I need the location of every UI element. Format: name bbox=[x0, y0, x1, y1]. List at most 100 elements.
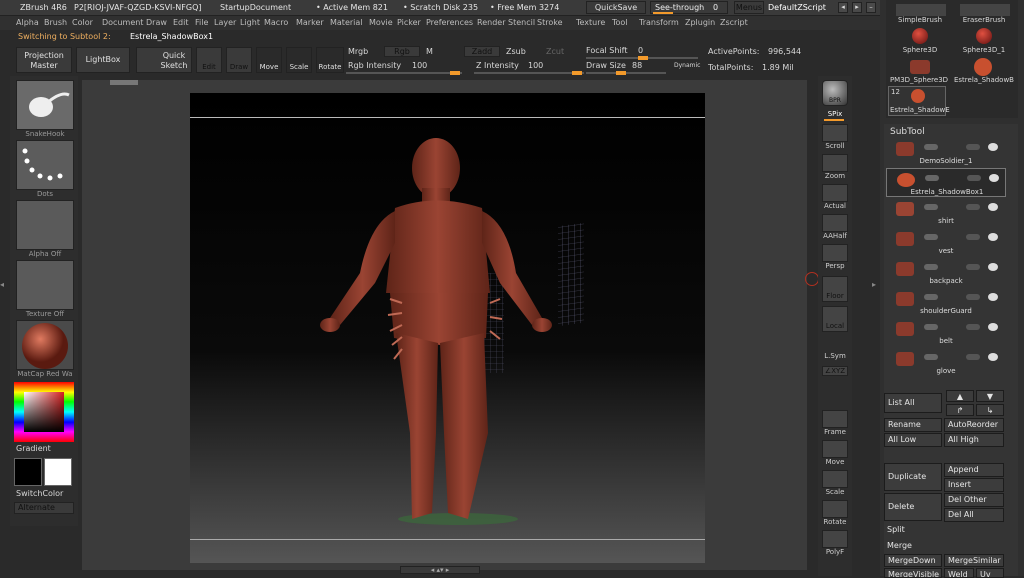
visibility-eye-icon[interactable] bbox=[988, 233, 998, 241]
menu-movie[interactable]: Movie bbox=[369, 18, 393, 27]
visibility-eye-icon[interactable] bbox=[988, 323, 998, 331]
viewport-nav-arrows[interactable] bbox=[396, 543, 436, 551]
subtool-item[interactable]: DemoSoldier_1 bbox=[886, 138, 1006, 167]
z-intensity-slider[interactable]: Z Intensity 100 bbox=[474, 60, 584, 75]
move-down-icon[interactable]: ▼ bbox=[976, 390, 1004, 402]
subtool-toggle-icon[interactable] bbox=[924, 144, 938, 150]
sphere3d-1-thumb[interactable] bbox=[976, 28, 992, 44]
tool-sphere3d[interactable]: Sphere3D bbox=[888, 46, 952, 54]
focal-shift-slider[interactable]: Focal Shift 0 bbox=[586, 45, 698, 60]
default-zscript[interactable]: DefaultZScript bbox=[768, 3, 826, 12]
visibility-eye-icon[interactable] bbox=[988, 353, 998, 361]
tool-pm3d-sphere3d[interactable]: PM3D_Sphere3D bbox=[886, 76, 952, 84]
scroll-right-icon[interactable]: ▸ bbox=[852, 2, 862, 13]
rotate-button[interactable]: Rotate bbox=[316, 47, 344, 73]
merge-down-button[interactable]: MergeDown bbox=[884, 554, 942, 567]
subtool-toggle-icon[interactable] bbox=[966, 234, 980, 240]
quick-sketch-button[interactable]: Quick Sketch bbox=[136, 47, 192, 73]
pm3d-thumb[interactable] bbox=[910, 60, 930, 74]
material-thumbnail[interactable] bbox=[16, 320, 74, 370]
zadd-button[interactable]: Zadd bbox=[464, 46, 500, 57]
menu-light[interactable]: Light bbox=[240, 18, 260, 27]
subtool-toggle-icon[interactable] bbox=[966, 324, 980, 330]
weld-button[interactable]: Weld bbox=[944, 568, 974, 578]
tool-simplebrush[interactable]: SimpleBrush bbox=[888, 16, 952, 24]
del-other-button[interactable]: Del Other bbox=[944, 493, 1004, 507]
sphere3d-thumb[interactable] bbox=[912, 28, 928, 44]
eraserbrush-thumb[interactable] bbox=[960, 4, 1010, 16]
projection-master-button[interactable]: Projection Master bbox=[16, 47, 72, 73]
visibility-eye-icon[interactable] bbox=[988, 293, 998, 301]
zoom-icon[interactable] bbox=[822, 154, 848, 172]
menu-zplugin[interactable]: Zplugin bbox=[685, 18, 715, 27]
menu-document[interactable]: Document bbox=[102, 18, 143, 27]
lsym-icon[interactable] bbox=[822, 338, 848, 352]
menu-edit[interactable]: Edit bbox=[173, 18, 189, 27]
visibility-eye-icon[interactable] bbox=[988, 143, 998, 151]
del-all-button[interactable]: Del All bbox=[944, 508, 1004, 522]
subtool-toggle-icon[interactable] bbox=[924, 324, 938, 330]
color-picker[interactable] bbox=[14, 382, 74, 442]
rotate-icon[interactable] bbox=[822, 500, 848, 518]
move-up-icon[interactable]: ▲ bbox=[946, 390, 974, 402]
draw-size-slider[interactable]: Draw Size 88 Dynamic bbox=[586, 60, 704, 75]
menu-alpha[interactable]: Alpha bbox=[16, 18, 39, 27]
zsub-button[interactable]: Zsub bbox=[506, 47, 526, 56]
menu-material[interactable]: Material bbox=[330, 18, 363, 27]
merge-similar-button[interactable]: MergeSimilar bbox=[944, 554, 1004, 567]
menu-texture[interactable]: Texture bbox=[576, 18, 605, 27]
secondary-color-swatch[interactable] bbox=[44, 458, 72, 486]
subtool-item[interactable]: backpack bbox=[886, 258, 1006, 287]
actual-icon[interactable] bbox=[822, 184, 848, 202]
lightbox-button[interactable]: LightBox bbox=[76, 47, 130, 73]
stroke-thumbnail[interactable] bbox=[16, 140, 74, 190]
gradient-label[interactable]: Gradient bbox=[16, 444, 51, 453]
menu-preferences[interactable]: Preferences bbox=[426, 18, 473, 27]
spix-slider[interactable] bbox=[824, 119, 844, 121]
subtool-title[interactable]: SubTool bbox=[890, 127, 925, 137]
scale-magnify-icon[interactable] bbox=[822, 470, 848, 488]
subtool-toggle-icon[interactable] bbox=[924, 204, 938, 210]
menu-render[interactable]: Render bbox=[477, 18, 505, 27]
subtool-toggle-icon[interactable] bbox=[924, 294, 938, 300]
subtool-item[interactable]: belt bbox=[886, 318, 1006, 347]
all-high-button[interactable]: All High bbox=[944, 433, 1004, 447]
seethrough-slider[interactable]: See-through 0 bbox=[650, 1, 728, 14]
subtool-item[interactable]: vest bbox=[886, 228, 1006, 257]
m-button[interactable]: M bbox=[426, 47, 433, 56]
subtool-toggle-icon[interactable] bbox=[924, 264, 938, 270]
subtool-toggle-icon[interactable] bbox=[966, 204, 980, 210]
alternate-button[interactable]: Alternate bbox=[14, 502, 74, 514]
subtool-toggle-icon[interactable] bbox=[967, 175, 981, 181]
bottom-shelf-toggle[interactable]: ◂ ▴▾ ▸ bbox=[400, 566, 480, 574]
scroll-left-icon[interactable]: ◂ bbox=[838, 2, 848, 13]
split-section[interactable]: Split bbox=[884, 524, 1004, 538]
tool-sphere3d-1[interactable]: Sphere3D_1 bbox=[952, 46, 1016, 54]
3d-viewport[interactable] bbox=[190, 93, 705, 563]
canvas-scroll-handle[interactable] bbox=[110, 80, 138, 85]
visibility-eye-icon[interactable] bbox=[989, 174, 999, 182]
autoreorder-button[interactable]: AutoReorder bbox=[944, 418, 1004, 432]
move-bottom-icon[interactable]: ↳ bbox=[976, 404, 1004, 416]
subtool-toggle-icon[interactable] bbox=[966, 294, 980, 300]
menu-color[interactable]: Color bbox=[72, 18, 93, 27]
dynamic-toggle[interactable]: Dynamic bbox=[674, 62, 700, 69]
primary-color-swatch[interactable] bbox=[14, 458, 42, 486]
subtool-toggle-icon[interactable] bbox=[966, 354, 980, 360]
uv-button[interactable]: Uv bbox=[976, 568, 1004, 578]
subtool-item[interactable]: shirt bbox=[886, 198, 1006, 227]
menu-file[interactable]: File bbox=[195, 18, 208, 27]
append-button[interactable]: Append bbox=[944, 463, 1004, 477]
menu-marker[interactable]: Marker bbox=[296, 18, 324, 27]
insert-button[interactable]: Insert bbox=[944, 478, 1004, 492]
menu-tool[interactable]: Tool bbox=[612, 18, 628, 27]
subtool-item[interactable]: glove bbox=[886, 348, 1006, 377]
menu-draw[interactable]: Draw bbox=[146, 18, 167, 27]
subtool-toggle-icon[interactable] bbox=[966, 264, 980, 270]
simplebrush-thumb[interactable] bbox=[896, 4, 946, 16]
tool-eraserbrush[interactable]: EraserBrush bbox=[952, 16, 1016, 24]
left-collapse-icon[interactable]: ◂ bbox=[0, 280, 8, 300]
menus-button[interactable]: Menus bbox=[734, 1, 764, 14]
subtool-toggle-icon[interactable] bbox=[924, 354, 938, 360]
scroll-icon[interactable] bbox=[822, 124, 848, 142]
